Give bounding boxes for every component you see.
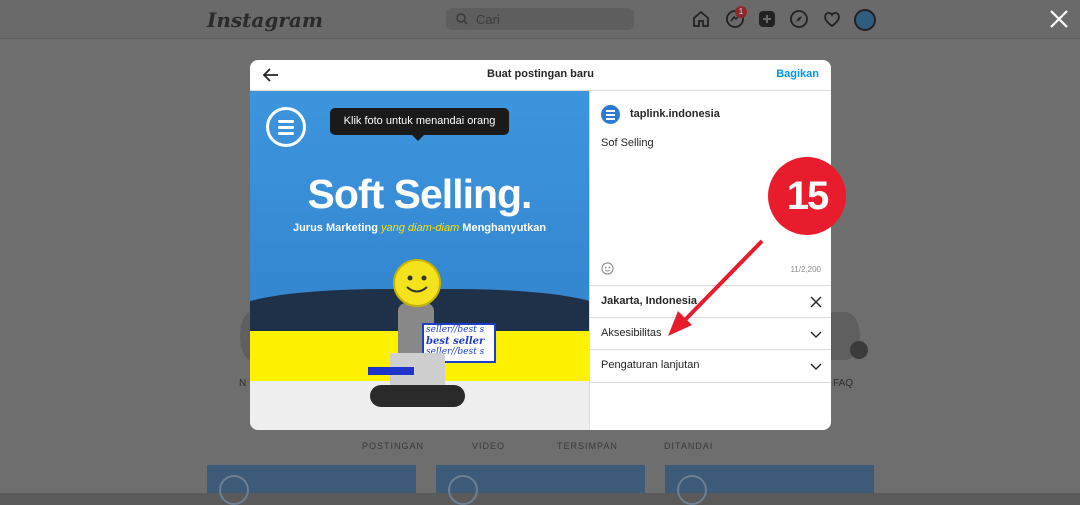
legs-illustration [370, 385, 465, 407]
accessibility-label: Aksesibilitas [601, 327, 662, 339]
chevron-down-icon [810, 331, 822, 338]
tab-saved[interactable]: TERSIMPAN [557, 441, 618, 451]
create-post-dialog: Buat postingan baru Bagikan Klik foto un… [250, 60, 831, 430]
image-subline: Jurus Marketing yang diam-diam Menghanyu… [250, 222, 589, 234]
subline-part: Jurus Marketing [292, 222, 381, 234]
top-navigation-bar: Instagram Cari 1 [0, 0, 1080, 39]
explore-icon[interactable] [789, 9, 809, 29]
chevron-down-icon [810, 363, 822, 370]
taplink-logo [266, 107, 306, 147]
share-button[interactable]: Bagikan [776, 68, 819, 80]
close-icon[interactable] [1048, 8, 1070, 30]
blue-bar-decoration [368, 367, 414, 375]
account-name: taplink.indonesia [630, 108, 720, 120]
bubble-line: best seller [426, 336, 485, 347]
image-headline: Soft Selling. [307, 171, 533, 217]
subline-highlight: yang diam-diam [380, 222, 460, 234]
accessibility-row[interactable]: Aksesibilitas [590, 317, 831, 350]
grid-post-thumbnail[interactable] [207, 465, 416, 505]
step-number-badge: 15 [768, 157, 846, 235]
thumbnail-logo [448, 475, 478, 505]
account-avatar [601, 105, 620, 124]
thumbnail-logo [677, 475, 707, 505]
dialog-title: Buat postingan baru [487, 68, 594, 80]
location-value: Jakarta, Indonesia [601, 295, 697, 307]
profile-avatar[interactable] [854, 9, 876, 31]
emoji-icon[interactable] [601, 262, 614, 275]
grid-post-thumbnail[interactable] [665, 465, 874, 505]
character-counter: 11/2,200 [790, 265, 821, 274]
activity-heart-icon[interactable] [822, 9, 842, 29]
dialog-header: Buat postingan baru Bagikan [250, 60, 831, 91]
post-details-panel: taplink.indonesia Sof Selling 11/2,200 J… [589, 91, 831, 430]
caption-input[interactable]: Sof Selling [601, 137, 654, 149]
remove-location-icon[interactable] [810, 296, 822, 308]
grid-post-thumbnail[interactable] [436, 465, 645, 505]
next-highlight-icon[interactable] [850, 341, 868, 359]
highlight-label: FAQ [833, 378, 854, 389]
highlight-label: N [239, 378, 247, 389]
advanced-settings-row[interactable]: Pengaturan lanjutan [590, 349, 831, 383]
tab-video[interactable]: VIDEO [472, 441, 505, 451]
search-icon [456, 13, 468, 25]
location-row[interactable]: Jakarta, Indonesia [590, 285, 831, 318]
tag-people-tooltip[interactable]: Klik foto untuk menandai orang [330, 108, 509, 141]
bubble-line: seller//best s [426, 325, 485, 335]
advanced-settings-label: Pengaturan lanjutan [601, 359, 700, 371]
thumbnail-logo [219, 475, 249, 505]
home-icon[interactable] [691, 9, 711, 29]
notification-badge: 1 [735, 6, 747, 18]
tab-posts[interactable]: POSTINGAN [362, 441, 424, 451]
search-placeholder: Cari [476, 12, 500, 27]
smiley-face-icon [393, 259, 441, 307]
instagram-logo[interactable]: Instagram [207, 8, 323, 32]
post-image[interactable]: Klik foto untuk menandai orang Soft Sell… [250, 91, 589, 430]
subline-part: Menghanyutkan [459, 222, 547, 234]
new-post-icon[interactable] [757, 9, 777, 29]
search-input[interactable]: Cari [446, 8, 634, 30]
tab-tagged[interactable]: DITANDAI [664, 441, 713, 451]
